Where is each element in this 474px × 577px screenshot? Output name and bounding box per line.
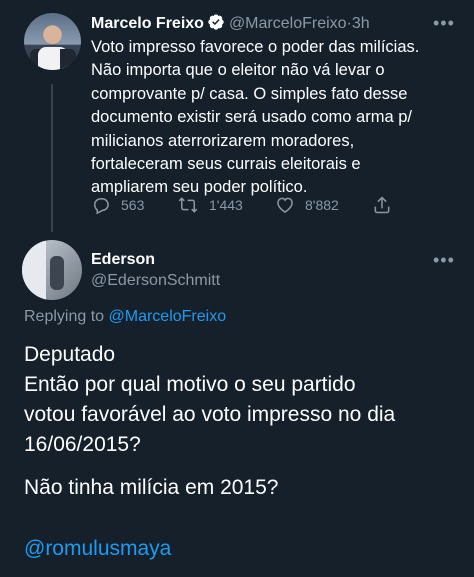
retweet-count: 1'443 [209, 197, 243, 213]
tweet-header: Marcelo Freixo @MarceloFreixo·3h [91, 13, 370, 37]
author-name[interactable]: Ederson [91, 251, 155, 269]
avatar[interactable] [22, 240, 82, 300]
replying-to: Replying to @MarceloFreixo [24, 308, 227, 325]
tweet-actions: 563 1'443 8'882 [91, 195, 411, 217]
reply-text: Deputado Então por qual motivo o seu par… [24, 343, 396, 499]
author-name[interactable]: Marcelo Freixo [91, 15, 204, 32]
reply-button[interactable]: 563 [91, 195, 144, 215]
reply-count: 563 [121, 197, 145, 213]
heart-icon [277, 197, 293, 213]
avatar[interactable] [24, 13, 81, 70]
share-button[interactable] [372, 195, 402, 215]
like-count: 8'882 [305, 197, 339, 213]
verified-badge-icon [207, 13, 225, 37]
reply-icon [93, 198, 109, 215]
more-options-icon[interactable]: ••• [433, 251, 455, 269]
mention-link[interactable]: @romulusmaya [24, 537, 171, 561]
share-icon [374, 196, 390, 214]
retweet-icon [178, 197, 198, 213]
original-tweet: Marcelo Freixo @MarceloFreixo·3h ••• Voto… [0, 0, 474, 232]
timestamp[interactable]: 3h [352, 15, 370, 32]
retweet-button[interactable]: 1'443 [177, 195, 243, 215]
like-button[interactable]: 8'882 [275, 195, 339, 215]
more-options-icon[interactable]: ••• [433, 14, 455, 32]
tweet-text: Voto impresso favorece o poder das milíc… [91, 38, 420, 197]
author-handle[interactable]: @MarceloFreixo [229, 15, 347, 32]
thread-connector-line [51, 84, 53, 232]
author-handle[interactable]: @EdersonSchmitt [91, 272, 220, 290]
replying-to-mention-link[interactable]: @MarceloFreixo [109, 308, 227, 325]
